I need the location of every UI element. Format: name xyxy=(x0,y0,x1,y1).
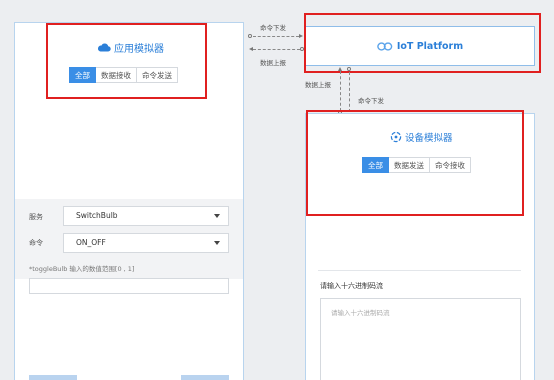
bottom-right-button[interactable] xyxy=(181,375,229,380)
flow-end-dot xyxy=(300,47,304,51)
tab-data-send[interactable]: 数据发送 xyxy=(389,157,430,173)
device-simulator-panel: 设备模拟器 全部 数据发送 命令接收 请输入十六进制码流 请输入十六进制码流 xyxy=(305,113,535,380)
flow-label-cmd-down: 命令下发 xyxy=(260,24,286,32)
service-select-value: SwitchBulb xyxy=(76,211,118,220)
tab-command-receive[interactable]: 命令接收 xyxy=(430,157,471,173)
hex-stream-label: 请输入十六进制码流 xyxy=(320,282,383,290)
hex-stream-input[interactable]: 请输入十六进制码流 xyxy=(320,298,521,380)
flow-label-data-up: 数据上报 xyxy=(260,59,286,67)
divider xyxy=(318,270,521,271)
device-simulator-title: 设备模拟器 xyxy=(390,130,453,144)
device-icon xyxy=(390,131,402,143)
app-simulator-header: 应用模拟器 全部 数据接收 命令发送 xyxy=(15,23,243,199)
iot-platform-box: IoT Platform xyxy=(305,26,535,66)
flow-start-dot xyxy=(248,34,252,38)
app-simulator-title: 应用模拟器 xyxy=(97,39,164,55)
flow-start-dot xyxy=(347,67,351,71)
tab-all[interactable]: 全部 xyxy=(69,67,96,83)
caret-down-icon xyxy=(214,214,220,218)
command-select[interactable]: ON_OFF xyxy=(63,233,229,253)
service-label: 服务 xyxy=(29,213,43,221)
tab-data-receive[interactable]: 数据接收 xyxy=(96,67,137,83)
iot-logo-icon xyxy=(377,41,393,51)
device-simulator-title-text: 设备模拟器 xyxy=(405,133,453,144)
command-value-input[interactable] xyxy=(29,278,229,294)
flow-label-data-up-side: 数据上报 xyxy=(305,81,331,89)
caret-down-icon xyxy=(214,241,220,245)
value-range-hint: *toggleBulb 输入的数值范围[0 , 1] xyxy=(29,265,135,273)
service-select[interactable]: SwitchBulb xyxy=(63,206,229,226)
device-simulator-tabs: 全部 数据发送 命令接收 xyxy=(362,157,471,173)
bottom-left-button[interactable] xyxy=(29,375,77,380)
app-simulator-title-text: 应用模拟器 xyxy=(114,43,164,55)
command-label: 命令 xyxy=(29,239,43,247)
flow-line-cmd-down-vertical xyxy=(349,72,350,112)
cloud-icon xyxy=(97,43,111,52)
flow-label-cmd-down-side: 命令下发 xyxy=(358,97,384,105)
arrow-right-icon xyxy=(299,33,303,38)
tab-command-send[interactable]: 命令发送 xyxy=(137,67,178,83)
hex-stream-placeholder: 请输入十六进制码流 xyxy=(331,309,390,317)
app-simulator-panel: 应用模拟器 全部 数据接收 命令发送 服务 SwitchBulb 命令 ON_O… xyxy=(14,22,244,380)
app-simulator-tabs: 全部 数据接收 命令发送 xyxy=(69,67,178,83)
flow-line-cmd-down xyxy=(253,36,299,37)
flow-line-data-up xyxy=(253,49,300,50)
command-select-value: ON_OFF xyxy=(76,238,106,247)
flow-line-data-up-vertical xyxy=(340,71,341,111)
iot-platform-title: IoT Platform xyxy=(396,40,464,52)
tab-all[interactable]: 全部 xyxy=(362,157,389,173)
